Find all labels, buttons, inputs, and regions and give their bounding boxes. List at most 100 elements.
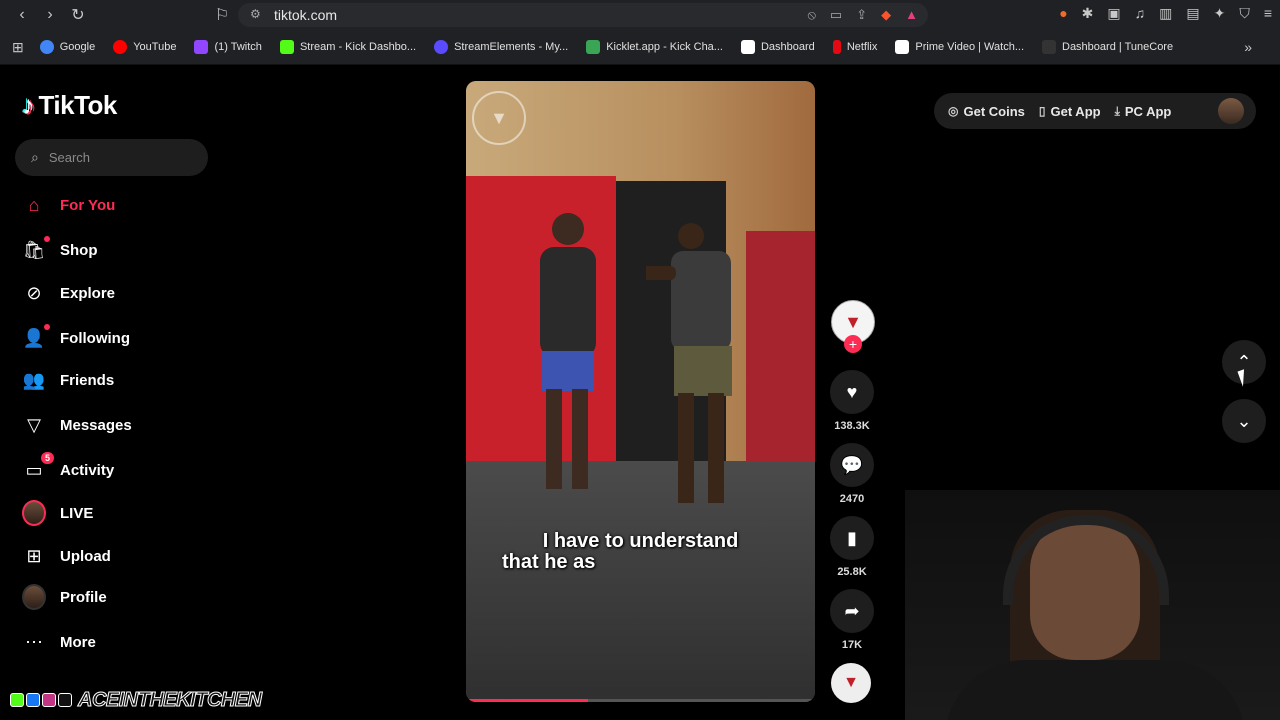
webcam-shirt — [945, 660, 1245, 720]
video-person-right — [646, 223, 732, 503]
share-icon[interactable]: ⇪ — [856, 7, 867, 23]
kick-icon — [10, 693, 24, 707]
screenshot-icon[interactable]: ▣ — [1107, 5, 1120, 22]
vpn-icon[interactable]: ⛉ — [1239, 5, 1250, 22]
video-player[interactable]: ▼ I have to understand that he as — [466, 81, 815, 702]
shop-icon: 🛍 — [22, 236, 50, 262]
sidebar-item-label: Friends — [60, 371, 115, 389]
address-bar[interactable]: ⚙ tiktok.com ⦸ ▭ ⇪ ◆ ▲ — [238, 3, 928, 27]
share-action[interactable]: ➦ 17K — [829, 589, 875, 651]
get-coins-label: Get Coins — [963, 103, 1025, 119]
more-icon: ⋯ — [25, 631, 43, 652]
leo-icon[interactable]: ✦ — [1214, 5, 1226, 22]
brave-shield-icon[interactable]: ◆ — [881, 7, 891, 23]
sidebar-item-shop[interactable]: 🛍 Shop — [22, 230, 98, 270]
like-action[interactable]: ♥ 138.3K — [829, 370, 875, 432]
bookmark-kick-dashboard[interactable]: Stream - Kick Dashbo... — [279, 40, 416, 54]
sidebar-item-activity[interactable]: ▭ 5 Activity — [22, 450, 114, 490]
youtube-icon — [113, 40, 128, 54]
sidebar-item-explore[interactable]: ⊘ Explore — [22, 273, 115, 313]
friends-icon: 👥 — [22, 369, 46, 390]
url-text: tiktok.com — [274, 7, 338, 23]
get-coins-button[interactable]: ◎ Get Coins — [948, 104, 1025, 119]
menu-icon[interactable]: ≡ — [1264, 5, 1272, 22]
user-avatar[interactable] — [1218, 98, 1244, 124]
live-avatar-icon — [22, 500, 46, 526]
activity-badge: 5 — [40, 452, 54, 464]
bookmark-google[interactable]: Google — [39, 40, 95, 54]
share-arrow-icon[interactable]: ➦ — [830, 589, 874, 633]
like-count: 138.3K — [834, 420, 870, 432]
kicklet-icon — [586, 40, 601, 54]
sidebar-item-for-you[interactable]: ⌂ For You — [22, 185, 116, 225]
tiktok-logo[interactable]: ♪ TikTok — [22, 90, 117, 121]
home-icon: ⌂ — [28, 194, 40, 215]
bookmark-label: Dashboard | TuneCore — [1062, 41, 1174, 53]
sidebar-icon[interactable]: ▥ — [1159, 5, 1172, 22]
bookmark-streamelements[interactable]: StreamElements - My... — [434, 40, 568, 54]
extension-fox-icon[interactable]: ● — [1059, 5, 1067, 22]
bookmark-label: Netflix — [846, 41, 878, 53]
sidebar-item-friends[interactable]: 👥 Friends — [22, 360, 114, 400]
cast-icon[interactable]: ▭ — [830, 7, 842, 23]
coin-icon: ◎ — [948, 104, 959, 118]
video-progress-fill — [466, 699, 589, 702]
wallet-icon[interactable]: ▤ — [1186, 5, 1199, 22]
creator-avatar[interactable]: ▼ + — [831, 300, 875, 353]
sidebar-item-label: Shop — [60, 241, 98, 259]
sidebar-item-upload[interactable]: ⊞ Upload — [22, 536, 110, 576]
netflix-icon — [832, 40, 841, 54]
phone-icon: ▯ — [1038, 104, 1046, 118]
streamelements-icon — [434, 40, 449, 54]
following-icon: 👤 — [22, 324, 50, 350]
dashboard-icon — [740, 40, 755, 54]
site-info-icon[interactable]: ⚙ — [250, 7, 261, 21]
download-icon: ⤓ — [1114, 103, 1120, 118]
bookmark-icon[interactable]: ▮ — [830, 516, 874, 560]
search-input[interactable]: ⌕ Search — [15, 139, 208, 176]
bookmark-label: Prime Video | Watch... — [915, 41, 1024, 53]
save-action[interactable]: ▮ 25.8K — [829, 516, 875, 578]
brave-rewards-icon[interactable]: ▲ — [905, 7, 918, 23]
forward-icon[interactable]: › — [36, 1, 64, 29]
more-bookmarks-icon[interactable]: » — [1244, 39, 1252, 55]
tiktok-icon — [58, 693, 72, 707]
apps-grid-icon[interactable]: ⊞ — [12, 39, 24, 56]
music-disc-icon[interactable]: ▼ — [831, 663, 871, 703]
bookmark-tunecore[interactable]: Dashboard | TuneCore — [1042, 40, 1173, 54]
sidebar-item-live[interactable]: LIVE — [22, 493, 93, 533]
comment-action[interactable]: 💬 2470 — [829, 443, 875, 505]
video-progress-bar[interactable] — [466, 699, 815, 702]
bookmark-youtube[interactable]: YouTube — [113, 40, 176, 54]
pc-app-button[interactable]: ⤓ PC App — [1115, 104, 1172, 119]
extensions-icon[interactable]: ✱ — [1082, 5, 1094, 22]
profile-avatar-icon — [22, 584, 46, 610]
get-app-button[interactable]: ▯ Get App — [1039, 104, 1101, 119]
mute-icon[interactable]: ⦸ — [807, 7, 815, 23]
video-person-left — [540, 213, 596, 489]
heart-icon[interactable]: ♥ — [830, 370, 874, 414]
comment-icon[interactable]: 💬 — [830, 443, 874, 487]
logo-text: TikTok — [38, 90, 118, 120]
webcam-overlay — [905, 490, 1280, 720]
bookmark-kicklet[interactable]: Kicklet.app - Kick Cha... — [586, 40, 723, 54]
back-icon[interactable]: ‹ — [8, 1, 36, 29]
bookmark-netflix[interactable]: Netflix — [832, 40, 878, 54]
sidebar-item-messages[interactable]: ▽ Messages — [22, 405, 132, 445]
chevron-down-icon: ⌄ — [1236, 410, 1252, 431]
bookmark-dashboard[interactable]: Dashboard — [740, 40, 815, 54]
sidebar-item-label: Activity — [60, 461, 115, 479]
sidebar-item-label: More — [60, 633, 96, 651]
bookmark-twitch[interactable]: (1) Twitch — [194, 40, 262, 54]
sidebar-item-more[interactable]: ⋯ More — [22, 622, 96, 662]
bookmark-page-icon[interactable]: ⚐ — [208, 1, 236, 29]
music-icon[interactable]: ♫ — [1135, 5, 1146, 22]
follow-plus-icon[interactable]: + — [844, 335, 862, 353]
reload-icon[interactable]: ↻ — [64, 1, 92, 29]
sidebar-item-following[interactable]: 👤 Following — [22, 318, 130, 358]
stream-channel-overlay: ACEINTHEKITCHEN — [10, 688, 263, 712]
next-video-button[interactable]: ⌄ — [1222, 399, 1266, 443]
bookmark-prime-video[interactable]: Prime Video | Watch... — [895, 40, 1024, 54]
sidebar-item-label: LIVE — [60, 504, 94, 522]
sidebar-item-profile[interactable]: Profile — [22, 577, 107, 617]
